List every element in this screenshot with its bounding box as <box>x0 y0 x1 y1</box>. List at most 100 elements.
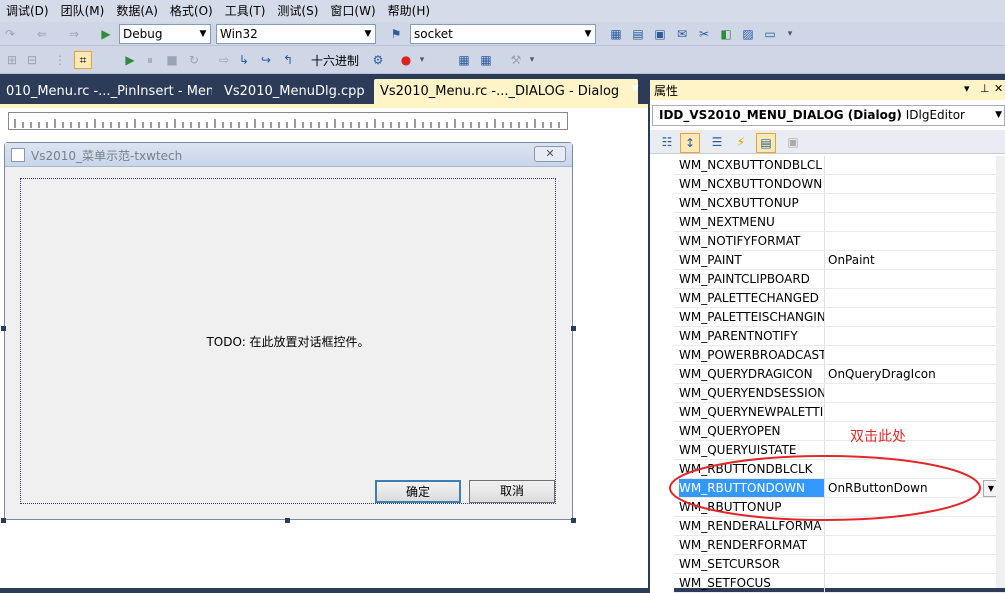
property-value[interactable] <box>824 175 1005 193</box>
property-name[interactable]: WM_PARENTNOTIFY <box>679 327 824 345</box>
property-value[interactable] <box>824 346 1005 364</box>
menu-data[interactable]: 数据(A) <box>110 0 164 22</box>
property-value[interactable] <box>824 327 1005 345</box>
resize-handle-bottom[interactable] <box>285 518 290 523</box>
thread-icon[interactable]: ⚙ <box>370 52 386 68</box>
platform-select[interactable]: Win32 ▼ <box>216 24 376 44</box>
menu-debug[interactable]: 调试(D) <box>0 0 55 22</box>
property-value[interactable] <box>824 194 1005 212</box>
tab-dropdown-icon[interactable]: ▼ <box>628 82 642 96</box>
property-value[interactable] <box>824 232 1005 250</box>
property-name[interactable]: WM_SETFOCUS <box>679 574 824 592</box>
property-row[interactable]: WM_RENDERFORMAT <box>650 536 1005 555</box>
property-row[interactable]: WM_PAINT OnPaint <box>650 251 1005 270</box>
test-view-icon[interactable]: ▦ <box>456 52 472 68</box>
properties-icon[interactable]: ☰ <box>708 133 726 151</box>
step-over-icon[interactable]: ↪ <box>258 52 274 68</box>
property-value[interactable]: OnPaint <box>824 251 1005 269</box>
property-name[interactable]: WM_NOTIFYFORMAT <box>679 232 824 250</box>
property-row[interactable]: WM_NCXBUTTONDOWN <box>650 175 1005 194</box>
messages-icon[interactable]: ▤ <box>756 133 776 153</box>
align-icon[interactable]: ⊟ <box>24 52 40 68</box>
solution-config-select[interactable]: Debug ▼ <box>119 24 211 44</box>
property-name[interactable]: WM_QUERYUISTATE <box>679 441 824 459</box>
property-value[interactable] <box>824 555 1005 573</box>
property-value[interactable] <box>824 498 1005 516</box>
menu-test[interactable]: 测试(S) <box>271 0 324 22</box>
property-value[interactable] <box>824 574 1005 592</box>
resize-handle-corner[interactable] <box>571 518 576 523</box>
property-value[interactable] <box>824 403 1005 421</box>
property-name[interactable]: WM_RENDERALLFORMA <box>679 517 824 535</box>
todo-static-text[interactable]: TODO: 在此放置对话框控件。 <box>20 333 556 350</box>
close-icon[interactable]: ✕ <box>994 82 1003 95</box>
property-row[interactable]: WM_RBUTTONDBLCLK <box>650 460 1005 479</box>
toolbox-icon[interactable]: ✉ <box>674 26 690 42</box>
start-page-icon[interactable]: ▨ <box>740 26 756 42</box>
start-debugging-icon[interactable]: ▶ <box>98 26 114 42</box>
property-value[interactable]: OnRButtonDown ▼ <box>824 479 1005 497</box>
property-name[interactable]: WM_RBUTTONDBLCLK <box>679 460 824 478</box>
show-next-statement-icon[interactable]: ⇨ <box>216 52 232 68</box>
hex-display-button[interactable]: 十六进制 <box>311 52 359 69</box>
properties-window-icon[interactable]: ▤ <box>630 26 646 42</box>
categorized-icon[interactable]: ☷ <box>658 133 676 151</box>
find-combo[interactable]: socket ▼ <box>410 24 596 44</box>
property-row[interactable]: WM_SETCURSOR <box>650 555 1005 574</box>
property-value[interactable] <box>824 536 1005 554</box>
menu-help[interactable]: 帮助(H) <box>382 0 436 22</box>
ok-button[interactable]: 确定 <box>375 480 461 503</box>
close-icon[interactable]: ✕ <box>534 146 566 162</box>
property-row[interactable]: WM_RBUTTONUP <box>650 498 1005 517</box>
menu-format[interactable]: 格式(O) <box>164 0 219 22</box>
overrides-icon[interactable]: ▣ <box>784 133 802 151</box>
tools-icon[interactable]: ✂ <box>696 26 712 42</box>
grid-icon[interactable]: ⋮ <box>52 52 68 68</box>
property-value[interactable] <box>824 270 1005 288</box>
property-value[interactable] <box>824 213 1005 231</box>
redo-icon[interactable]: ↷ <box>2 26 18 42</box>
step-out-icon[interactable]: ↰ <box>280 52 296 68</box>
property-name[interactable]: WM_QUERYDRAGICON <box>679 365 824 383</box>
window-layout-icon[interactable]: ▭ <box>762 26 778 42</box>
property-row[interactable]: WM_QUERYDRAGICON OnQueryDragIcon <box>650 365 1005 384</box>
find-in-files-icon[interactable]: ⚑ <box>388 26 404 42</box>
property-name[interactable]: WM_RBUTTONUP <box>679 498 824 516</box>
property-row[interactable]: WM_QUERYNEWPALETTI <box>650 403 1005 422</box>
pin-icon[interactable]: ⊥ <box>980 82 990 95</box>
alphabetical-icon[interactable]: ↕ <box>680 133 700 153</box>
menu-window[interactable]: 窗口(W) <box>324 0 381 22</box>
chevron-down-icon[interactable]: ▾ <box>418 53 426 67</box>
tab-dialog-resource[interactable]: Vs2010_Menu.rc -..._DIALOG - Dialog <box>374 79 638 104</box>
property-value[interactable] <box>824 156 1005 174</box>
chevron-down-icon[interactable]: ▾ <box>964 82 970 95</box>
menu-team[interactable]: 团队(M) <box>55 0 111 22</box>
events-icon[interactable]: ⚡ <box>732 133 750 151</box>
object-selector[interactable]: IDD_VS2010_MENU_DIALOG (Dialog) IDlgEdit… <box>652 105 1005 126</box>
property-row[interactable]: WM_NOTIFYFORMAT <box>650 232 1005 251</box>
tab-order-icon[interactable]: ⊞ <box>4 52 20 68</box>
property-grid-scrollbar[interactable] <box>996 156 1005 588</box>
tab-menudlg-cpp[interactable]: Vs2010_MenuDlg.cpp <box>218 79 380 104</box>
test-results-icon[interactable]: ▦ <box>478 52 494 68</box>
property-name[interactable]: WM_QUERYENDSESSION <box>679 384 824 402</box>
navigate-back-icon[interactable]: ⇐ <box>34 26 50 42</box>
property-name[interactable]: WM_NCXBUTTONUP <box>679 194 824 212</box>
toolbar-options-icon[interactable]: ▾ <box>786 27 794 41</box>
cancel-button[interactable]: 取消 <box>469 480 555 503</box>
property-row[interactable]: WM_PALETTEISCHANGIN <box>650 308 1005 327</box>
property-row[interactable]: WM_QUERYENDSESSION <box>650 384 1005 403</box>
property-name[interactable]: WM_QUERYOPEN <box>679 422 824 440</box>
navigate-forward-icon[interactable]: ⇒ <box>66 26 82 42</box>
property-name[interactable]: WM_NEXTMENU <box>679 213 824 231</box>
property-name[interactable]: WM_NCXBUTTONDBLCL <box>679 156 824 174</box>
toolbar-options-icon[interactable]: ▾ <box>528 53 536 67</box>
property-name[interactable]: WM_POWERBROADCAST <box>679 346 824 364</box>
property-name[interactable]: WM_RENDERFORMAT <box>679 536 824 554</box>
property-row[interactable]: WM_QUERYOPEN <box>650 422 1005 441</box>
property-value[interactable] <box>824 289 1005 307</box>
property-row[interactable]: WM_PAINTCLIPBOARD <box>650 270 1005 289</box>
solution-explorer-icon[interactable]: ▦ <box>608 26 624 42</box>
break-all-icon[interactable]: ⏸ <box>142 52 158 68</box>
property-name[interactable]: WM_NCXBUTTONDOWN <box>679 175 824 193</box>
